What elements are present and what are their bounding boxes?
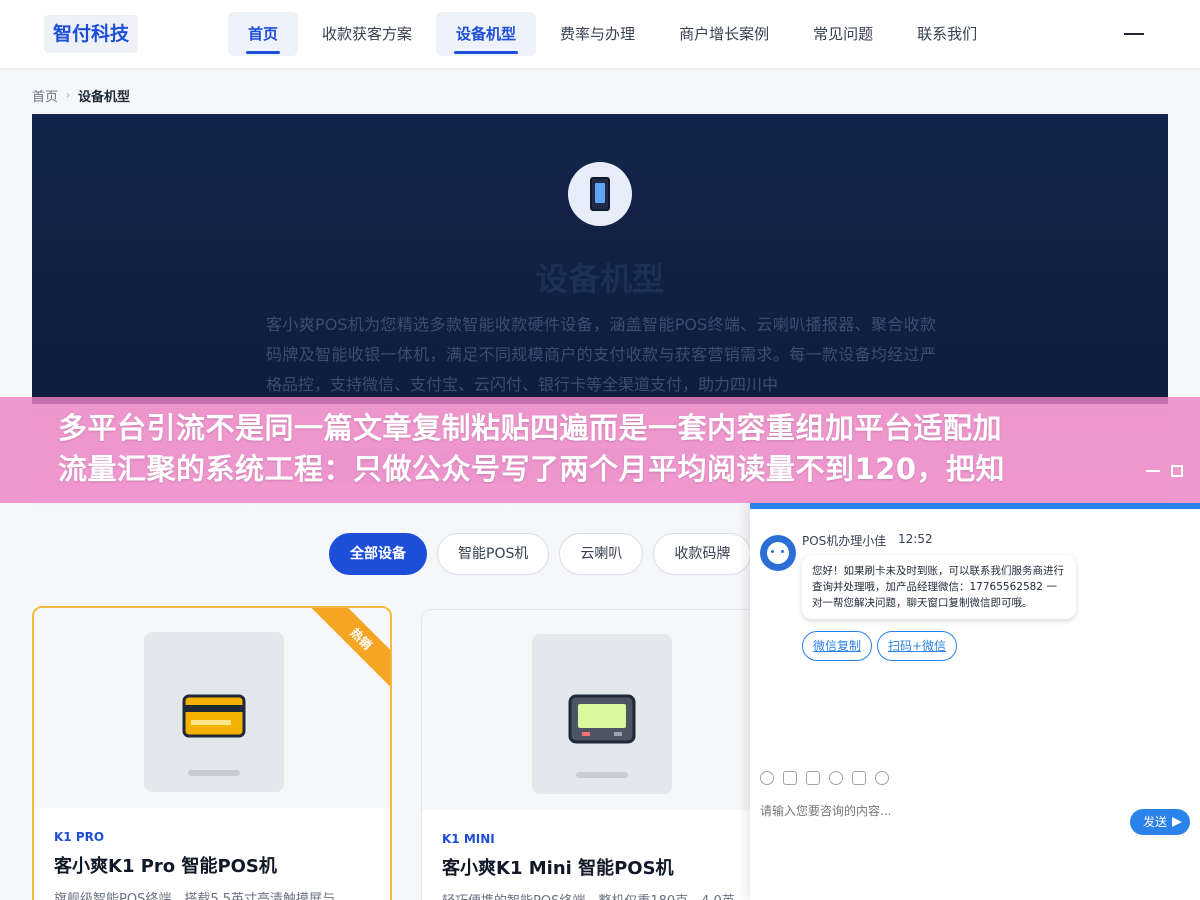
phone-icon: [590, 177, 610, 211]
product-description: 旗舰级智能POS终端，搭载5.5英寸高清触摸屏与: [54, 892, 335, 900]
chat-message: 您好！如果刷卡未及时到账，可以联系我们服务商进行查询并处理哦，加产品经理微信：1…: [802, 555, 1076, 619]
product-image-bar: [576, 772, 628, 778]
chevron-right-icon: ›: [66, 90, 71, 101]
credit-card-icon: [182, 694, 246, 738]
product-image-bar: [188, 770, 240, 776]
scan-wechat-button[interactable]: 扫码+微信: [877, 631, 958, 661]
maximize-icon[interactable]: [1171, 465, 1183, 477]
voice-icon[interactable]: [852, 771, 866, 785]
rating-icon[interactable]: [829, 771, 843, 785]
wechat-icon[interactable]: [875, 771, 889, 785]
filter-smart-pos[interactable]: 智能POS机: [437, 533, 550, 575]
hero-section: 设备机型 客小爽POS机为您精选多款智能收款硬件设备，涵盖智能POS终端、云喇叭…: [32, 114, 1168, 404]
main-nav: 首页 收款获客方案 设备机型 费率与办理 商户增长案例 常见问题 联系我们: [228, 12, 997, 56]
product-card[interactable]: 热销 K1 PRO 客小爽K1 Pro 智能POS机 旗舰级智能POS终端，搭载…: [32, 606, 392, 900]
product-name[interactable]: 客小爽K1 Mini 智能POS机: [442, 854, 674, 880]
device-filter-tabs: 全部设备 智能POS机 云喇叭 收款码牌: [329, 533, 752, 575]
chat-widget: POS机办理小佳 12:52 您好！如果刷卡未及时到账，可以联系我们服务商进行查…: [750, 503, 1200, 900]
nav-item-solutions[interactable]: 收款获客方案: [302, 12, 432, 56]
message-time: 12:52: [898, 532, 933, 546]
agent-avatar: [760, 535, 796, 571]
hot-badge: 热销: [305, 608, 390, 695]
banner-text: 多平台引流不是同一篇文章复制粘贴四遍而是一套内容重组加平台适配加 流量汇聚的系统…: [58, 408, 1158, 492]
breadcrumb-home[interactable]: 首页: [32, 86, 58, 105]
floating-banner: 多平台引流不是同一篇文章复制粘贴四遍而是一套内容重组加平台适配加 流量汇聚的系统…: [0, 397, 1200, 503]
site-header: 智付科技 首页 收款获客方案 设备机型 费率与办理 商户增长案例 常见问题 联系…: [0, 0, 1200, 68]
screenshot-icon[interactable]: [806, 771, 820, 785]
emoji-icon[interactable]: [760, 771, 774, 785]
filter-all[interactable]: 全部设备: [329, 533, 427, 575]
send-label: 发送: [1143, 815, 1168, 829]
breadcrumb-current: 设备机型: [78, 90, 131, 105]
product-name[interactable]: 客小爽K1 Pro 智能POS机: [54, 852, 277, 878]
filter-qr-sign[interactable]: 收款码牌: [653, 533, 752, 575]
nav-item-devices[interactable]: 设备机型: [436, 12, 537, 56]
breadcrumb: 首页 › 设备机型: [32, 86, 130, 105]
product-description: 轻巧便携的智能POS终端，整机仅重180克，4.0英: [442, 890, 762, 900]
banner-line: 流量汇聚的系统工程：只做公众号写了两个月平均阅读量不到120，把知: [58, 452, 1006, 486]
product-image-area: 热销: [34, 608, 390, 808]
chat-input[interactable]: [760, 799, 1120, 823]
minimize-icon[interactable]: [1146, 470, 1160, 472]
product-image: [144, 632, 284, 792]
product-image: [532, 634, 672, 794]
chat-toolbar: [760, 771, 889, 785]
nav-item-home[interactable]: 首页: [228, 12, 299, 56]
nav-item-contact[interactable]: 联系我们: [897, 12, 997, 56]
copy-wechat-button[interactable]: 微信复制: [802, 631, 873, 661]
agent-name: POS机办理小佳: [802, 534, 887, 548]
agent-face-icon: [767, 542, 789, 564]
hero-title: 设备机型: [535, 260, 664, 298]
pos-terminal-icon: [568, 694, 636, 744]
chat-top-bar: [750, 503, 1200, 509]
product-code: K1 MINI: [442, 832, 495, 846]
send-button[interactable]: 发送: [1130, 809, 1190, 835]
image-icon[interactable]: [783, 771, 797, 785]
hero-icon-circle: [568, 162, 632, 226]
product-code: K1 PRO: [54, 830, 105, 844]
send-arrow-icon: [1172, 817, 1182, 827]
nav-item-faq[interactable]: 常见问题: [793, 12, 893, 56]
nav-item-rates[interactable]: 费率与办理: [540, 12, 655, 56]
brand-logo[interactable]: 智付科技: [44, 15, 139, 53]
hero-description: 客小爽POS机为您精选多款智能收款硬件设备，涵盖智能POS终端、云喇叭播报器、聚…: [266, 315, 936, 394]
filter-cloud-speaker[interactable]: 云喇叭: [559, 533, 644, 575]
product-card[interactable]: K1 MINI 客小爽K1 Mini 智能POS机 轻巧便携的智能POS终端，整…: [421, 609, 781, 900]
menu-icon[interactable]: [1124, 33, 1144, 35]
nav-item-cases[interactable]: 商户增长案例: [659, 12, 789, 56]
product-image-area: [422, 610, 780, 810]
banner-line: 多平台引流不是同一篇文章复制粘贴四遍而是一套内容重组加平台适配加: [58, 411, 1003, 445]
